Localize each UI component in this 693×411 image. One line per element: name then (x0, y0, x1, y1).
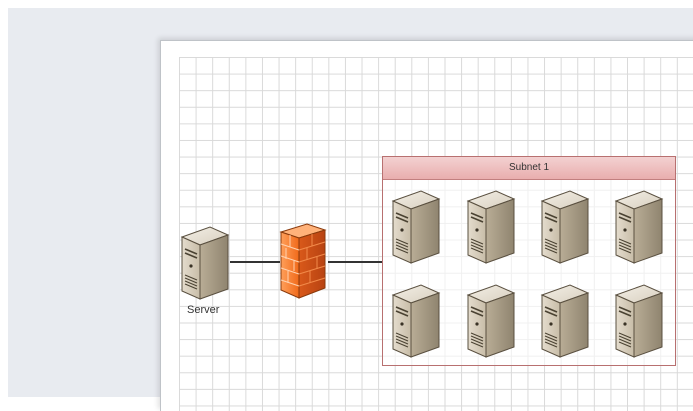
subnet-server-icon[interactable] (387, 281, 443, 359)
subnet-server-icon[interactable] (536, 281, 592, 359)
subnet-title: Subnet 1 (383, 157, 675, 180)
subnet-server-icon[interactable] (536, 187, 592, 265)
subnet-server-icon[interactable] (610, 187, 666, 265)
subnet-server-icon[interactable] (462, 281, 518, 359)
connector-firewall-subnet[interactable] (328, 261, 382, 263)
subnet-server-icon[interactable] (610, 281, 666, 359)
server-label: Server (187, 304, 220, 316)
subnet-server-icon[interactable] (462, 187, 518, 265)
connector-server-firewall[interactable] (230, 261, 280, 263)
page-margin-top (161, 41, 693, 57)
server-icon[interactable] (176, 223, 232, 301)
subnet-server-icon[interactable] (387, 187, 443, 265)
firewall-icon[interactable] (277, 222, 329, 300)
